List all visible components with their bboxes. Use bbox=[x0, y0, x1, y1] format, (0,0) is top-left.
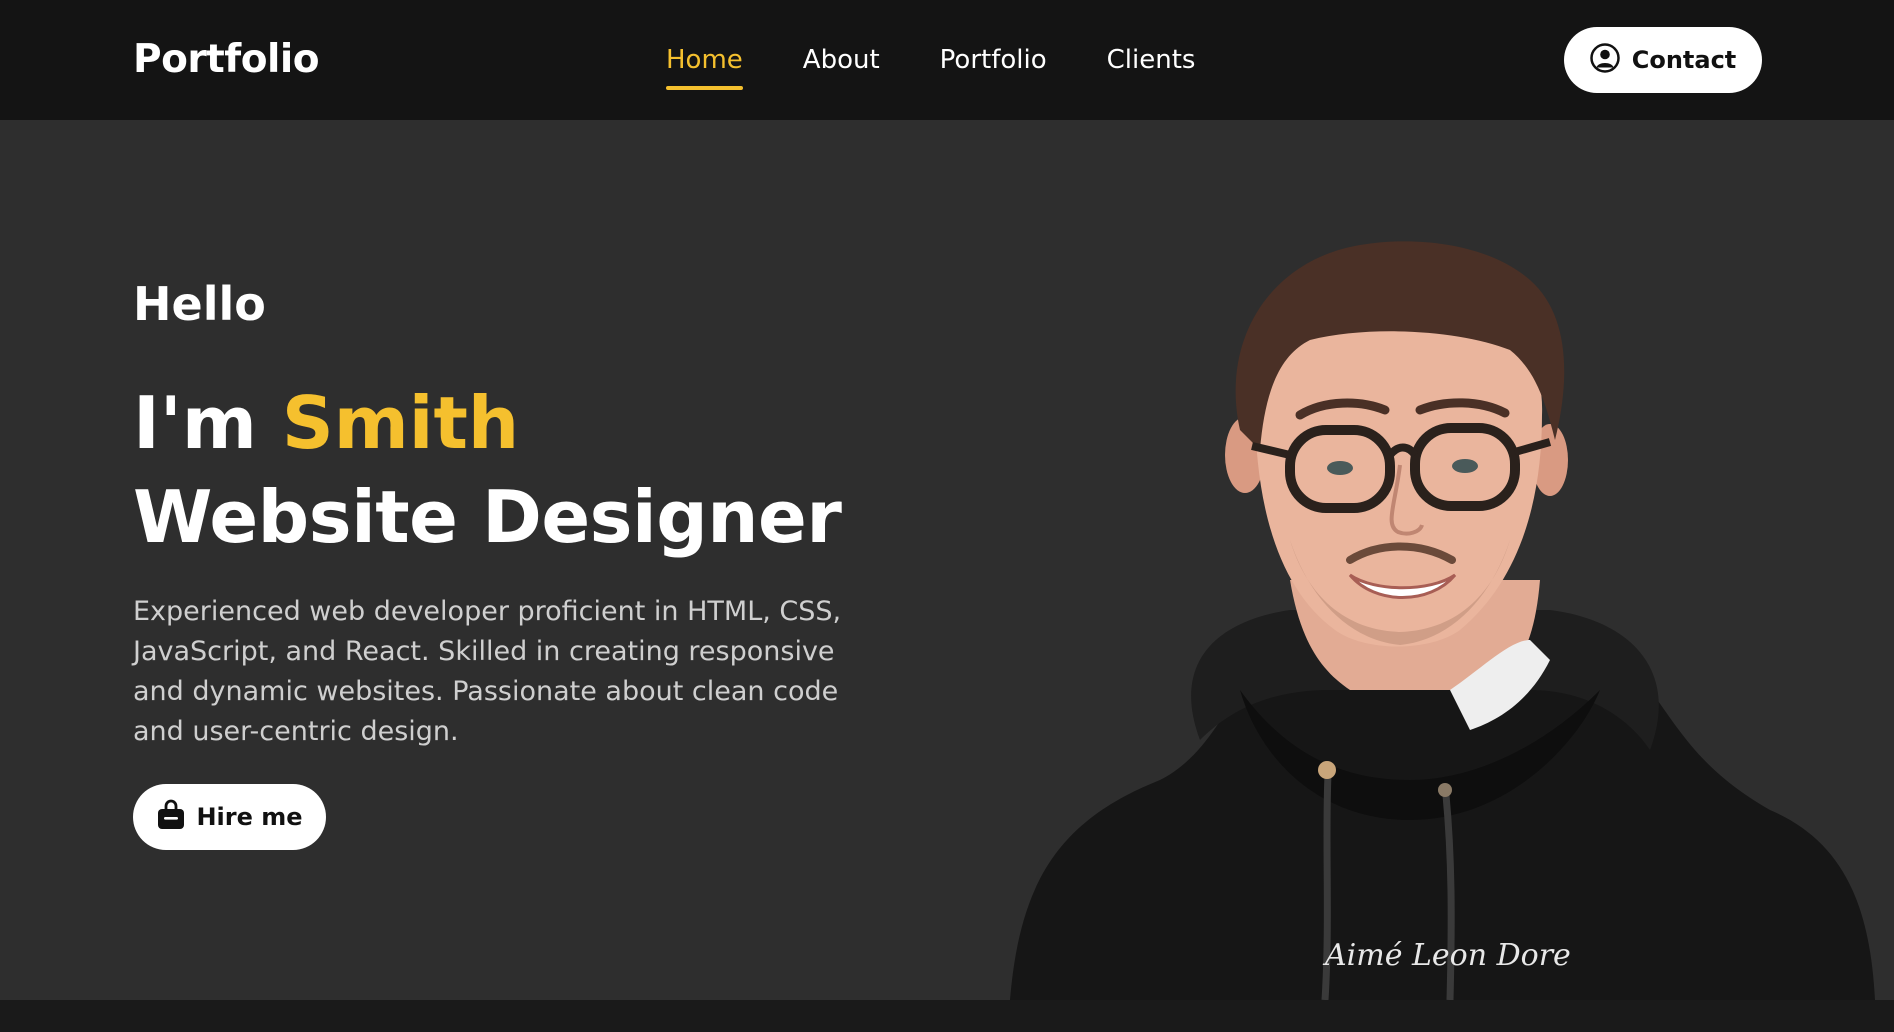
navbar: Portfolio Home About Portfolio Clients C… bbox=[0, 0, 1894, 120]
hoodie-print-text: Aimé Leon Dore bbox=[1322, 938, 1571, 973]
contact-button[interactable]: Contact bbox=[1564, 27, 1762, 93]
hero-intro-prefix: I'm bbox=[133, 381, 282, 465]
nav-link-home[interactable]: Home bbox=[666, 40, 743, 90]
hero-bio: Experienced web developer proficient in … bbox=[133, 596, 842, 747]
nav-link-about[interactable]: About bbox=[803, 40, 880, 80]
bottom-strip bbox=[0, 1000, 1894, 1032]
hire-me-label: Hire me bbox=[196, 803, 303, 831]
hero-role: Website Designer bbox=[133, 475, 842, 559]
hero-name: Smith bbox=[281, 381, 520, 465]
user-circle-icon bbox=[1589, 43, 1620, 77]
site-logo[interactable]: Portfolio bbox=[133, 34, 320, 86]
hero-section: Hello I'm Smith Website Designer Experie… bbox=[0, 120, 1894, 1000]
shopping-bag-icon bbox=[156, 799, 186, 835]
nav-link-portfolio[interactable]: Portfolio bbox=[940, 40, 1047, 80]
nav-link-clients[interactable]: Clients bbox=[1107, 40, 1196, 80]
main-nav: Home About Portfolio Clients bbox=[666, 40, 1255, 90]
hero-intro: I'm Smith bbox=[133, 378, 519, 468]
hero-greeting: Hello bbox=[133, 277, 266, 331]
profile-photo: Aimé Leon Dore bbox=[990, 220, 1890, 1000]
contact-button-label: Contact bbox=[1631, 46, 1737, 74]
hire-me-button[interactable]: Hire me bbox=[133, 784, 326, 850]
